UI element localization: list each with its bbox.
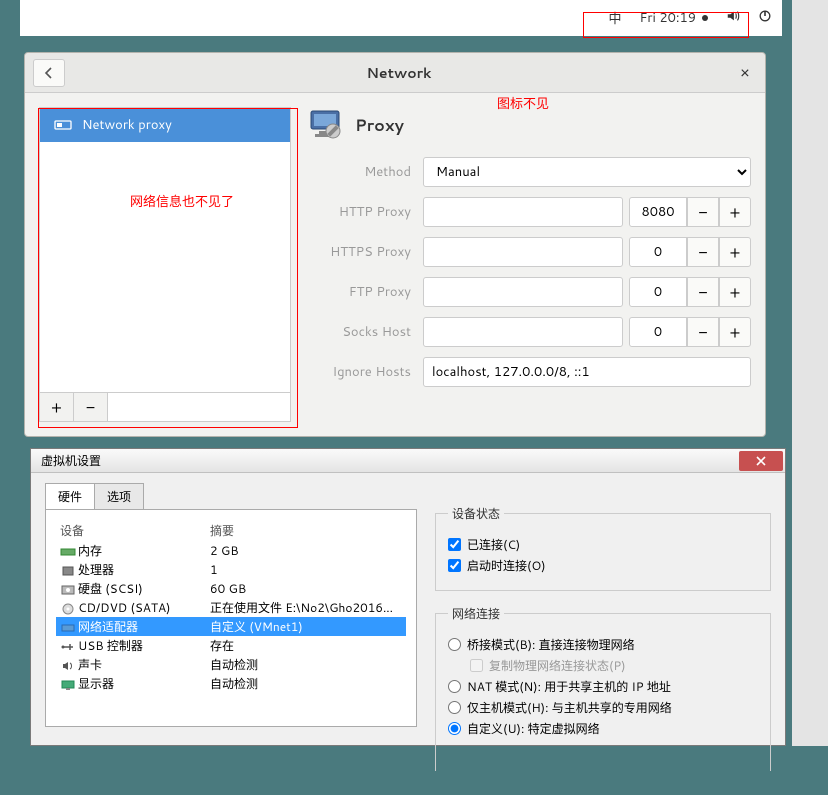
net-icon [60,621,76,635]
vm-close-button[interactable] [739,451,783,471]
mem-icon [60,545,76,559]
back-button[interactable] [33,59,65,87]
hardware-table-container: 设备 摘要 内存2 GB处理器1硬盘 (SCSI)60 GBCD/DVD (SA… [45,509,417,727]
tab-options[interactable]: 选项 [94,483,144,509]
network-connection-group: 网络连接 桥接模式(B): 直接连接物理网络 复制物理网络连接状态(P) NAT… [435,605,771,771]
device-table: 设备 摘要 内存2 GB处理器1硬盘 (SCSI)60 GBCD/DVD (SA… [56,520,406,693]
display-icon [60,678,76,692]
sidebar-item-label: Network proxy [82,116,172,134]
close-button[interactable]: × [733,61,757,84]
annotation-icon-missing: 图标不见 [497,93,549,113]
device-row[interactable]: 声卡自动检测 [56,655,406,674]
device-row[interactable]: CD/DVD (SATA)正在使用文件 E:\No2\Gho2016... [56,598,406,617]
socks-host-label: Socks Host [305,323,411,341]
proxy-panel: Proxy Method Manual HTTP Proxy − + HTTPS… [305,107,751,422]
network-settings-window: Network × Network proxy + − Proxy [24,52,766,437]
sidebar-item-network-proxy[interactable]: Network proxy [40,108,290,142]
remove-connection-button[interactable]: − [74,393,108,421]
connect-at-poweron-checkbox[interactable] [448,559,461,572]
ftp-proxy-label: FTP Proxy [305,283,411,301]
window-header: Network × [25,53,765,93]
cd-icon [60,602,76,616]
socks-host-input[interactable] [423,317,623,347]
socks-port-decrement[interactable]: − [687,317,719,347]
vm-window-title: 虚拟机设置 [41,452,739,469]
https-proxy-port-input[interactable] [629,237,687,267]
socks-port-increment[interactable]: + [719,317,751,347]
proxy-header-icon [305,107,345,143]
proxy-heading: Proxy [355,114,404,137]
network-connection-legend: 网络连接 [448,605,504,622]
add-connection-button[interactable]: + [40,393,74,421]
outer-gray [792,0,828,746]
device-row[interactable]: 处理器1 [56,560,406,579]
method-label: Method [305,163,411,181]
device-row[interactable]: 内存2 GB [56,541,406,560]
usb-icon [60,640,76,654]
http-port-decrement[interactable]: − [687,197,719,227]
nat-radio[interactable] [448,680,461,693]
tab-hardware[interactable]: 硬件 [45,483,95,509]
annotation-netinfo-missing: 网络信息也不见了 [130,191,234,211]
power-icon[interactable] [758,9,772,28]
volume-icon[interactable] [726,9,740,28]
device-status-legend: 设备状态 [448,505,504,522]
col-summary: 摘要 [206,520,406,541]
sound-icon [60,659,76,673]
ftp-proxy-port-input[interactable] [629,277,687,307]
sidebar-footer: + − [40,392,290,421]
device-row[interactable]: 显示器自动检测 [56,674,406,693]
http-proxy-host-input[interactable] [423,197,623,227]
device-status-group: 设备状态 已连接(C) 启动时连接(O) [435,505,771,591]
proxy-icon [54,118,72,132]
https-port-decrement[interactable]: − [687,237,719,267]
ftp-proxy-host-input[interactable] [423,277,623,307]
socks-port-input[interactable] [629,317,687,347]
vm-window-titlebar: 虚拟机设置 [31,449,785,473]
http-port-increment[interactable]: + [719,197,751,227]
vm-settings-window: 虚拟机设置 硬件 选项 设备 摘要 内存2 GB处理器1硬盘 (SCSI)60 … [30,448,786,746]
ime-indicator[interactable]: 中 [608,8,621,28]
cpu-icon [60,564,76,578]
replicate-checkbox [470,659,483,672]
clock[interactable]: Fri 20:19 [639,9,708,27]
device-row[interactable]: 网络适配器自定义 (VMnet1) [56,617,406,636]
gnome-topbar: 中 Fri 20:19 [20,0,782,36]
http-proxy-port-input[interactable] [629,197,687,227]
method-select[interactable]: Manual [423,157,751,187]
device-row[interactable]: USB 控制器存在 [56,636,406,655]
https-proxy-host-input[interactable] [423,237,623,267]
ftp-port-increment[interactable]: + [719,277,751,307]
ftp-port-decrement[interactable]: − [687,277,719,307]
ignore-hosts-input[interactable] [423,357,751,387]
connected-checkbox[interactable] [448,538,461,551]
ignore-hosts-label: Ignore Hosts [305,363,411,381]
network-sidebar: Network proxy + − [39,107,291,422]
https-port-increment[interactable]: + [719,237,751,267]
http-proxy-label: HTTP Proxy [305,203,411,221]
disk-icon [60,583,76,597]
https-proxy-label: HTTPS Proxy [305,243,411,261]
col-device: 设备 [56,520,206,541]
bridged-radio[interactable] [448,638,461,651]
hostonly-radio[interactable] [448,701,461,714]
custom-radio[interactable] [448,722,461,735]
window-title: Network [65,63,733,83]
clock-dot-icon [702,15,708,21]
device-row[interactable]: 硬盘 (SCSI)60 GB [56,579,406,598]
